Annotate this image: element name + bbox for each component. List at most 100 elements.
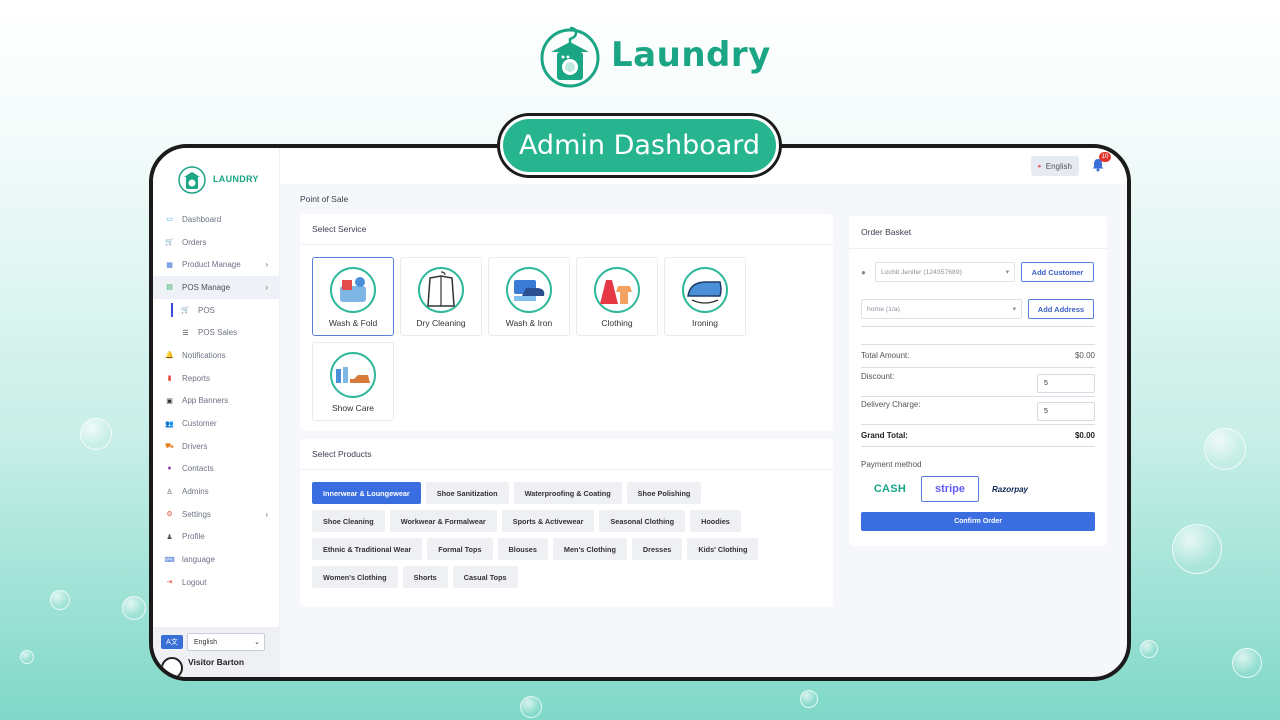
discount-input[interactable]: 5 (1037, 374, 1095, 393)
product-chip[interactable]: Waterproofing & Coating (513, 482, 622, 504)
customer-select[interactable]: Lochit Jenifer (124357689) ▾ (875, 262, 1015, 282)
service-tile-show-care[interactable]: Show Care (312, 342, 394, 421)
product-chip[interactable]: Kids' Clothing (687, 538, 759, 560)
sidebar-item-label: Orders (182, 237, 207, 247)
delivery-charge-input[interactable]: 5 (1037, 402, 1095, 421)
bubble-decoration (800, 690, 818, 708)
divider (861, 446, 1095, 447)
sidebar-item-label: Profile (182, 532, 205, 542)
cash-payment-option[interactable]: CASH (861, 476, 919, 502)
sidebar-item-logout[interactable]: ⇥ Logout (153, 571, 280, 594)
stripe-payment-option[interactable]: stripe (921, 476, 979, 502)
product-chip[interactable]: Dresses (631, 538, 683, 560)
service-tile-ironing[interactable]: Ironing (664, 257, 746, 336)
sidebar-logo[interactable]: LAUNDRY (177, 164, 259, 194)
users-icon: 👥 (165, 420, 174, 428)
sidebar-logo-text: LAUNDRY (213, 174, 259, 184)
sidebar-item-label: Contacts (182, 464, 214, 474)
product-chip[interactable]: Formal Tops (427, 538, 493, 560)
sidebar-item-profile[interactable]: ♟ Profile (153, 526, 280, 549)
product-chip[interactable]: Innerwear & Loungewear (312, 482, 421, 504)
sidebar-item-label: Dashboard (182, 214, 222, 224)
product-chip[interactable]: Workwear & Formalwear (389, 510, 497, 532)
total-amount-label: Total Amount: (861, 351, 910, 360)
user-profile[interactable]: Visitor Barton (161, 657, 244, 677)
language-select[interactable]: English ⌄ (187, 633, 265, 651)
cart-icon: 🛒 (181, 307, 190, 315)
sidebar-item-language[interactable]: ⌨ language (153, 548, 280, 571)
sidebar-item-pos[interactable]: 🛒 POS (153, 299, 280, 322)
product-chip[interactable]: Hoodies (690, 510, 741, 532)
order-basket-title: Order Basket (849, 216, 1107, 249)
product-chip[interactable]: Shorts (402, 566, 448, 588)
chevron-down-icon: ⌄ (254, 639, 260, 646)
language-button-label: English (1045, 161, 1072, 171)
bell-icon: 🔔 (165, 352, 174, 360)
product-chip[interactable]: Casual Tops (452, 566, 518, 588)
bubble-decoration (50, 590, 70, 610)
add-customer-button[interactable]: Add Customer (1021, 262, 1094, 282)
logout-icon: ⇥ (166, 579, 173, 587)
divider (861, 326, 1095, 327)
grid-icon: ▦ (166, 261, 173, 269)
service-tile-wash-fold[interactable]: Wash & Fold (312, 257, 394, 336)
service-tile-wash-iron[interactable]: Wash & Iron (488, 257, 570, 336)
sidebar-item-admins[interactable]: ♙ Admins (153, 480, 280, 503)
sidebar-item-drivers[interactable]: ⛟ Drivers (153, 435, 280, 458)
bubble-decoration (1232, 648, 1262, 678)
sidebar-item-contacts[interactable]: ● Contacts (153, 458, 280, 481)
address-select[interactable]: home (1/a) ▾ (861, 299, 1022, 319)
razorpay-payment-option[interactable]: Razorpay (981, 476, 1039, 502)
service-label: Clothing (601, 318, 633, 328)
confirm-order-button[interactable]: Confirm Order (861, 512, 1095, 531)
sidebar-item-reports[interactable]: ▮ Reports (153, 367, 280, 390)
total-amount-value: $0.00 (1074, 351, 1095, 360)
product-chip[interactable]: Shoe Polishing (626, 482, 702, 504)
sidebar-item-customer[interactable]: 👥 Customer (153, 412, 280, 435)
sidebar-item-label: Logout (182, 577, 207, 587)
sidebar-item-product-manage[interactable]: ▦ Product Manage › (153, 253, 280, 276)
product-chip[interactable]: Women's Clothing (312, 566, 398, 588)
service-label: Dry Cleaning (416, 318, 466, 328)
product-chip[interactable]: Seasonal Clothing (599, 510, 686, 532)
cash-logo: CASH (873, 483, 907, 495)
sidebar-item-app-banners[interactable]: ▣ App Banners (153, 390, 280, 413)
product-chip[interactable]: Sports & Activewear (501, 510, 595, 532)
sidebar-item-label: Settings (182, 509, 211, 519)
sidebar-item-dashboard[interactable]: ▭ Dashboard (153, 208, 280, 231)
discount-row: Discount: 5 (861, 372, 1095, 393)
sidebar-footer: A文 English ⌄ Visitor Barton (153, 627, 280, 677)
sidebar-item-notifications[interactable]: 🔔 Notifications (153, 344, 280, 367)
sidebar-item-label: Reports (182, 373, 211, 383)
sidebar: LAUNDRY ▭ Dashboard 🛒 Orders ▦ Product Manage… (153, 148, 280, 677)
sidebar-item-orders[interactable]: 🛒 Orders (153, 231, 280, 254)
bubble-decoration (122, 596, 146, 620)
brand-header: Laundry (537, 22, 771, 88)
service-tile-dry-cleaning[interactable]: Dry Cleaning (400, 257, 482, 336)
service-image-icon (330, 267, 376, 313)
sidebar-item-label: App Banners (182, 396, 229, 406)
sidebar-item-settings[interactable]: ⚙ Settings › (153, 503, 280, 526)
product-chip[interactable]: Blouses (497, 538, 548, 560)
gear-icon: ⚙ (166, 511, 173, 519)
service-tile-clothing[interactable]: Clothing (576, 257, 658, 336)
address-select-value: home (1/a) (867, 305, 900, 313)
select-products-card: Select Products Innerwear & Loungewear Sh… (300, 439, 833, 607)
bubble-decoration (20, 650, 34, 664)
product-chip[interactable]: Men's Clothing (552, 538, 627, 560)
language-button[interactable]: ▸ English (1031, 156, 1079, 176)
language-select-value: English (194, 638, 217, 646)
sidebar-item-label: POS Manage (182, 282, 231, 292)
add-address-button[interactable]: Add Address (1028, 299, 1094, 319)
product-chip[interactable]: Shoe Sanitization (425, 482, 509, 504)
chat-icon: ● (167, 465, 172, 473)
service-image-icon (506, 267, 552, 313)
user-tie-icon: ♙ (166, 488, 173, 496)
notification-count-badge: 10 (1099, 152, 1111, 162)
sidebar-item-pos-sales[interactable]: ☰ POS Sales (153, 321, 280, 344)
product-chip[interactable]: Ethnic & Traditional Wear (312, 538, 423, 560)
sidebar-item-pos-manage[interactable]: ▤ POS Manage › (153, 276, 280, 299)
brand-name: Laundry (611, 35, 771, 75)
product-chip[interactable]: Shoe Cleaning (312, 510, 385, 532)
chevron-down-icon: ▾ (1005, 269, 1009, 276)
